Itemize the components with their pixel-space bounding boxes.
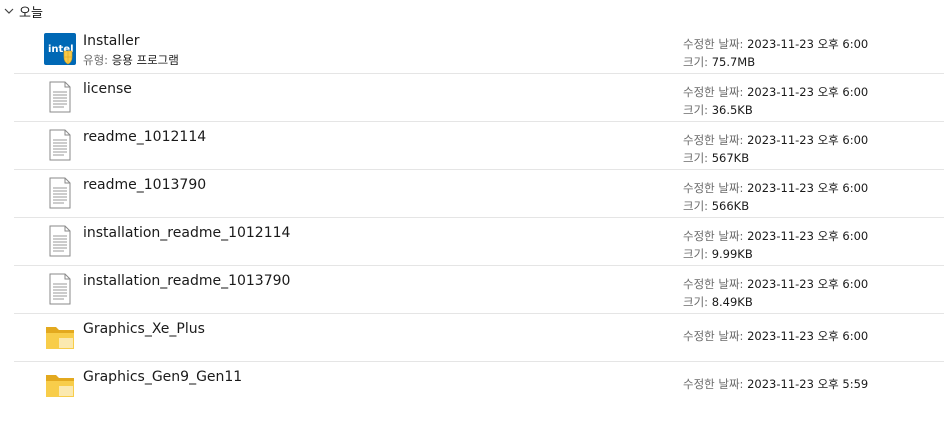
file-modified: 수정한 날짜: 2023-11-23 오후 6:00 <box>683 229 869 243</box>
group-label: 오늘 <box>19 5 43 21</box>
folder-row-graphics-xe-plus[interactable]: Graphics_Xe_Plus 수정한 날짜: 2023-11-23 오후 6… <box>14 314 944 362</box>
folder-icon <box>44 369 76 401</box>
file-modified: 수정한 날짜: 2023-11-23 오후 6:00 <box>683 133 869 147</box>
folder-row-graphics-gen9-gen11[interactable]: Graphics_Gen9_Gen11 수정한 날짜: 2023-11-23 오… <box>14 362 944 409</box>
file-name: installation_readme_1013790 <box>83 273 291 289</box>
file-size: 크기: 9.99KB <box>683 247 753 261</box>
file-name: license <box>83 81 132 97</box>
file-row-license[interactable]: license 수정한 날짜: 2023-11-23 오후 6:00 크기: 3… <box>14 74 944 122</box>
document-icon <box>44 225 76 257</box>
document-icon <box>44 129 76 161</box>
intel-installer-icon: intel <box>44 33 76 65</box>
file-row-installation-readme-1013790[interactable]: installation_readme_1013790 수정한 날짜: 2023… <box>14 266 944 314</box>
file-size: 크기: 567KB <box>683 151 750 165</box>
file-name: installation_readme_1012114 <box>83 225 291 241</box>
file-name: Installer <box>83 33 140 49</box>
file-name: readme_1012114 <box>83 129 207 145</box>
file-size: 크기: 8.49KB <box>683 295 753 309</box>
file-row-readme-1013790[interactable]: readme_1013790 수정한 날짜: 2023-11-23 오후 6:0… <box>14 170 944 218</box>
file-modified: 수정한 날짜: 2023-11-23 오후 6:00 <box>683 181 869 195</box>
file-list: intel Installer 유형: 응용 프로그램 수정한 날짜: 2023… <box>14 26 944 409</box>
file-row-readme-1012114[interactable]: readme_1012114 수정한 날짜: 2023-11-23 오후 6:0… <box>14 122 944 170</box>
folder-modified: 수정한 날짜: 2023-11-23 오후 6:00 <box>683 329 869 343</box>
file-modified: 수정한 날짜: 2023-11-23 오후 6:00 <box>683 85 869 99</box>
folder-icon <box>44 321 76 353</box>
group-header-today[interactable]: 오늘 <box>0 0 944 22</box>
folder-modified: 수정한 날짜: 2023-11-23 오후 5:59 <box>683 377 869 391</box>
file-type: 유형: 응용 프로그램 <box>83 53 179 67</box>
file-modified: 수정한 날짜: 2023-11-23 오후 6:00 <box>683 277 869 291</box>
file-size: 크기: 566KB <box>683 199 750 213</box>
folder-name: Graphics_Gen9_Gen11 <box>83 369 243 385</box>
file-row-installer[interactable]: intel Installer 유형: 응용 프로그램 수정한 날짜: 2023… <box>14 26 944 74</box>
document-icon <box>44 177 76 209</box>
document-icon <box>44 81 76 113</box>
file-modified: 수정한 날짜: 2023-11-23 오후 6:00 <box>683 37 869 51</box>
document-icon <box>44 273 76 305</box>
chevron-down-icon[interactable] <box>2 4 16 18</box>
file-size: 크기: 75.7MB <box>683 55 756 69</box>
file-size: 크기: 36.5KB <box>683 103 753 117</box>
file-row-installation-readme-1012114[interactable]: installation_readme_1012114 수정한 날짜: 2023… <box>14 218 944 266</box>
file-name: readme_1013790 <box>83 177 207 193</box>
folder-name: Graphics_Xe_Plus <box>83 321 205 337</box>
